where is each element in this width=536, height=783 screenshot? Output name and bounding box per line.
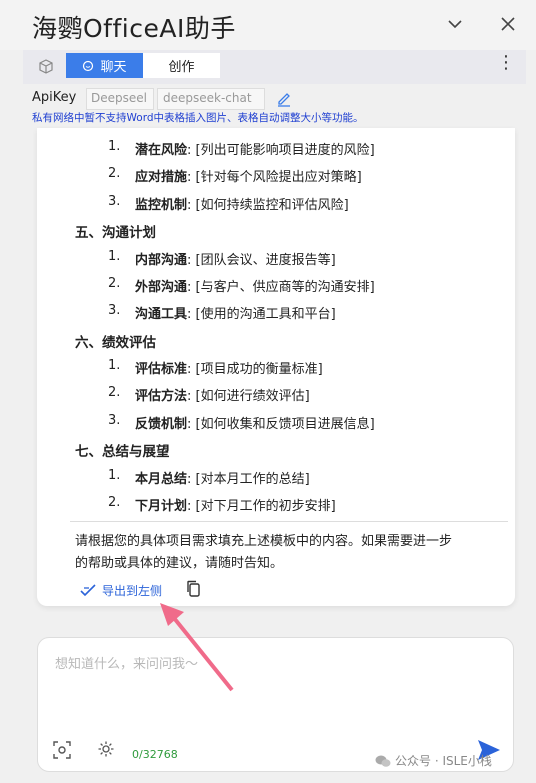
closing-line: 请根据您的具体项目需求填充上述模板中的内容。如果需要进一步 <box>75 534 453 549</box>
item-number: 2. <box>108 276 121 291</box>
item-number: 3. <box>108 413 121 428</box>
network-warning: 私有网络中暂不支持Word中表格插入图片、表格自动调整大小等功能。 <box>32 112 364 124</box>
tab-chat[interactable]: 聊天 <box>66 53 143 78</box>
chat-icon <box>83 60 94 71</box>
item-term: 下月计划 <box>135 499 188 514</box>
item-term: 潜在风险 <box>135 143 188 158</box>
item-desc: : [对下月工作的初步安排] <box>187 499 336 514</box>
item-term: 本月总结 <box>135 472 188 487</box>
item-number: 1. <box>108 468 121 483</box>
export-icon <box>80 584 96 597</box>
edit-icon[interactable] <box>275 89 293 107</box>
apikey-label: ApiKey <box>32 90 77 105</box>
copy-icon[interactable] <box>186 580 202 598</box>
item-term: 内部沟通 <box>135 253 188 268</box>
section-heading: 七、总结与展望 <box>75 444 170 460</box>
item-number: 3. <box>108 303 121 318</box>
chevron-down-icon[interactable] <box>443 12 467 36</box>
item-desc: : [如何进行绩效评估] <box>187 389 310 404</box>
divider <box>70 521 508 522</box>
closing-line: 的帮助或具体的建议，请随时告知。 <box>75 556 284 571</box>
export-label: 导出到左侧 <box>102 583 163 598</box>
input-placeholder: 想知道什么，来问问我～ <box>55 657 199 672</box>
model-select[interactable]: deepseek-chat <box>157 88 265 110</box>
item-term: 评估标准 <box>135 362 188 377</box>
item-desc: : [使用的沟通工具和平台] <box>187 307 336 322</box>
item-number: 1. <box>108 139 121 154</box>
cube-icon[interactable] <box>37 58 55 76</box>
item-desc: : [与客户、供应商等的沟通安排] <box>187 280 375 295</box>
item-desc: : [对本月工作的总结] <box>187 472 310 487</box>
watermark: 公众号 · ISLE小栈 <box>375 752 492 769</box>
wechat-icon <box>375 755 391 767</box>
tab-create[interactable]: 创作 <box>143 53 220 78</box>
pane-header: 海鹦OfficeAI助手 <box>0 0 536 50</box>
item-number: 2. <box>108 385 121 400</box>
item-desc: : [团队会议、进度报告等] <box>187 253 336 268</box>
tab-chat-label: 聊天 <box>100 60 127 75</box>
item-number: 2. <box>108 495 121 510</box>
item-desc: : [列出可能影响项目进度的风险] <box>187 143 375 158</box>
item-desc: : [如何持续监控和评估风险] <box>187 198 349 213</box>
closing-text: 请根据您的具体项目需求填充上述模板中的内容。如果需要进一步 的帮助或具体的建议，… <box>75 531 511 575</box>
item-number: 3. <box>108 194 121 209</box>
item-number: 2. <box>108 166 121 181</box>
item-term: 沟通工具 <box>135 307 188 322</box>
item-term: 反馈机制 <box>135 417 188 432</box>
scan-icon[interactable] <box>52 740 72 760</box>
tab-create-label: 创作 <box>168 60 195 75</box>
section-heading: 六、绩效评估 <box>75 335 156 351</box>
apikey-input[interactable]: Deepseel <box>86 88 154 110</box>
item-desc: : [如何收集和反馈项目进展信息] <box>187 417 375 432</box>
watermark-text: 公众号 · ISLE小栈 <box>395 754 492 768</box>
more-vertical-icon[interactable]: ⋮ <box>496 52 516 74</box>
section-heading: 五、沟通计划 <box>75 225 156 241</box>
pane-title: 海鹦OfficeAI助手 <box>32 14 236 43</box>
item-term: 外部沟通 <box>135 280 188 295</box>
item-term: 监控机制 <box>135 198 188 213</box>
item-number: 1. <box>108 358 121 373</box>
item-term: 应对措施 <box>135 170 188 185</box>
item-term: 评估方法 <box>135 389 188 404</box>
close-icon[interactable] <box>496 12 520 36</box>
char-counter: 0/32768 <box>132 748 178 761</box>
apikey-row: ApiKey Deepseel deepseek-chat <box>32 88 512 110</box>
item-desc: : [针对每个风险提出应对策略] <box>187 170 362 185</box>
item-number: 1. <box>108 249 121 264</box>
export-to-left-button[interactable]: 导出到左侧 <box>80 580 162 600</box>
gear-icon[interactable] <box>97 740 115 758</box>
item-desc: : [项目成功的衡量标准] <box>187 362 323 377</box>
